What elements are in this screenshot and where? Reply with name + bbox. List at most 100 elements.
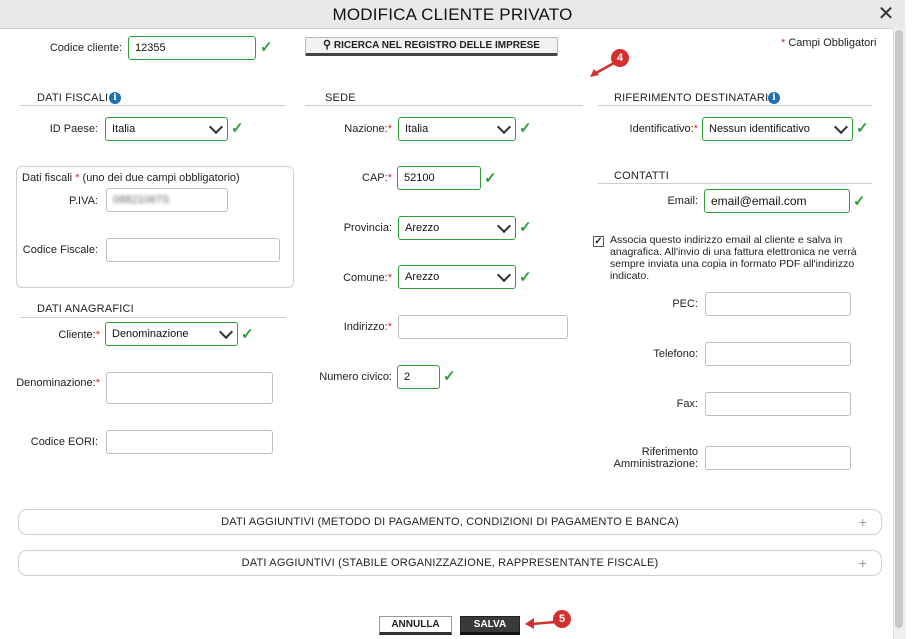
required-note-text: Campi Obbligatori — [788, 37, 877, 49]
annotation-arrow-4 — [590, 61, 615, 77]
dati-fiscali-box — [16, 166, 294, 288]
identificativo-valid-check-icon: ✓ — [856, 120, 869, 137]
close-icon[interactable]: ✕ — [874, 2, 898, 26]
riferimento-title: RIFERIMENTO DESTINATARIO — [614, 92, 778, 104]
codice-fiscale-input[interactable] — [106, 238, 280, 262]
nazione-required-star: * — [387, 123, 392, 135]
cliente-select[interactable]: Denominazione — [105, 322, 238, 346]
nazione-valid-check-icon: ✓ — [519, 120, 532, 137]
contatti-title: CONTATTI — [614, 170, 669, 182]
id-paese-valid-check-icon: ✓ — [231, 120, 244, 137]
denominazione-input[interactable] — [106, 372, 273, 404]
search-icon: ⚲ — [323, 39, 332, 51]
provincia-select[interactable]: Arezzo — [398, 216, 516, 240]
dati-fiscali-box-title: Dati fiscali * (uno dei due campi obblig… — [22, 172, 240, 184]
denominazione-required-star: * — [95, 377, 100, 389]
chevron-down-icon — [496, 267, 512, 283]
numero-civico-label: Numero civico: — [319, 371, 392, 383]
piva-input[interactable]: 08821067S — [106, 188, 228, 212]
chevron-down-icon — [496, 119, 512, 135]
accordion-stabile-organizzazione[interactable]: DATI AGGIUNTIVI (STABILE ORGANIZZAZIONE,… — [18, 550, 882, 576]
indirizzo-label-text: Indirizzo: — [343, 321, 388, 333]
numero-civico-valid-check-icon: ✓ — [443, 368, 456, 385]
annulla-button[interactable]: ANNULLA — [379, 616, 452, 635]
identificativo-select[interactable]: Nessun identificativo — [702, 117, 853, 141]
provincia-label: Provincia: — [343, 222, 392, 234]
riferimento-divider — [598, 105, 872, 106]
cap-required-star: * — [387, 172, 392, 184]
associa-email-checkbox[interactable]: ✓ — [593, 236, 604, 247]
accordion-pagamento-label: DATI AGGIUNTIVI (METODO DI PAGAMENTO, CO… — [221, 516, 679, 528]
identificativo-label: Identificativo:* — [600, 123, 698, 135]
codice-cliente-label: Codice cliente: — [49, 42, 122, 54]
dati-anagrafici-divider — [20, 317, 286, 318]
box-title-star: * — [75, 172, 80, 184]
comune-value: Arezzo — [405, 271, 440, 283]
riferimento-info-icon[interactable]: i — [768, 92, 780, 104]
denominazione-label: Denominazione:* — [16, 377, 100, 389]
chevron-down-icon — [208, 119, 224, 135]
telefono-input[interactable] — [705, 342, 851, 366]
salva-button[interactable]: SALVA — [460, 616, 520, 635]
codice-eori-input[interactable] — [106, 430, 273, 454]
pec-input[interactable] — [705, 292, 851, 316]
codice-valid-check-icon: ✓ — [260, 39, 273, 56]
indirizzo-required-star: * — [387, 321, 392, 333]
box-title-note: (uno dei due campi obbligatorio) — [82, 172, 240, 184]
provincia-value: Arezzo — [405, 222, 440, 234]
cap-label-text: CAP: — [362, 172, 388, 184]
search-button-label: RICERCA NEL REGISTRO DELLE IMPRESE — [333, 40, 540, 51]
annotation-arrow-5 — [525, 618, 556, 629]
chevron-down-icon — [218, 324, 234, 340]
cliente-label-text: Cliente: — [58, 329, 96, 341]
comune-select[interactable]: Arezzo — [398, 265, 516, 289]
search-registro-imprese-button[interactable]: ⚲ RICERCA NEL REGISTRO DELLE IMPRESE — [305, 37, 558, 56]
id-paese-select[interactable]: Italia — [105, 117, 228, 141]
cap-input[interactable]: 52100 — [397, 166, 481, 190]
nazione-value: Italia — [405, 123, 429, 135]
pec-label: PEC: — [672, 298, 698, 310]
cliente-value: Denominazione — [112, 328, 189, 340]
sede-title: SEDE — [325, 92, 356, 104]
dialog-title: MODIFICA CLIENTE PRIVATO — [332, 5, 573, 24]
identificativo-label-text: Identificativo: — [629, 123, 694, 135]
required-note: * Campi Obbligatori — [781, 37, 876, 49]
codice-fiscale-label: Codice Fiscale: — [22, 244, 98, 256]
indirizzo-label: Indirizzo:* — [310, 321, 392, 333]
scrollbar-thumb[interactable] — [895, 30, 903, 628]
riferimento-amministrazione-input[interactable] — [705, 446, 851, 470]
dati-anagrafici-title: DATI ANAGRAFICI — [37, 303, 134, 315]
piva-label: P.IVA: — [69, 195, 98, 207]
identificativo-required-star: * — [693, 123, 698, 135]
cap-label: CAP:* — [310, 172, 392, 184]
email-valid-check-icon: ✓ — [853, 193, 866, 210]
telefono-label: Telefono: — [653, 348, 698, 360]
codice-cliente-input[interactable]: 12355 — [128, 36, 256, 60]
required-star: * — [781, 37, 786, 49]
nazione-select[interactable]: Italia — [398, 117, 516, 141]
identificativo-value: Nessun identificativo — [709, 123, 810, 135]
provincia-valid-check-icon: ✓ — [519, 219, 532, 236]
fax-input[interactable] — [705, 392, 851, 416]
chevron-down-icon — [833, 119, 849, 135]
indirizzo-input[interactable] — [398, 315, 568, 339]
cap-valid-check-icon: ✓ — [484, 170, 497, 187]
chevron-down-icon — [496, 218, 512, 234]
comune-required-star: * — [387, 272, 392, 284]
cliente-label: Cliente:* — [20, 329, 100, 341]
denominazione-label-text: Denominazione: — [16, 377, 96, 389]
expand-plus-icon: + — [858, 514, 867, 530]
dati-fiscali-title: DATI FISCALI — [37, 92, 109, 104]
nazione-label: Nazione:* — [310, 123, 392, 135]
numero-civico-input[interactable]: 2 — [397, 365, 440, 389]
id-paese-value: Italia — [112, 123, 136, 135]
codice-eori-label: Codice EORI: — [30, 436, 98, 448]
sede-divider — [305, 105, 583, 106]
accordion-pagamento-banca[interactable]: DATI AGGIUNTIVI (METODO DI PAGAMENTO, CO… — [18, 509, 882, 535]
dati-fiscali-info-icon[interactable]: i — [109, 92, 121, 104]
email-input[interactable]: email@email.com — [704, 189, 850, 213]
expand-plus-icon: + — [858, 555, 867, 571]
comune-label: Comune:* — [310, 272, 392, 284]
comune-valid-check-icon: ✓ — [519, 269, 532, 286]
email-label: Email: — [667, 195, 698, 207]
